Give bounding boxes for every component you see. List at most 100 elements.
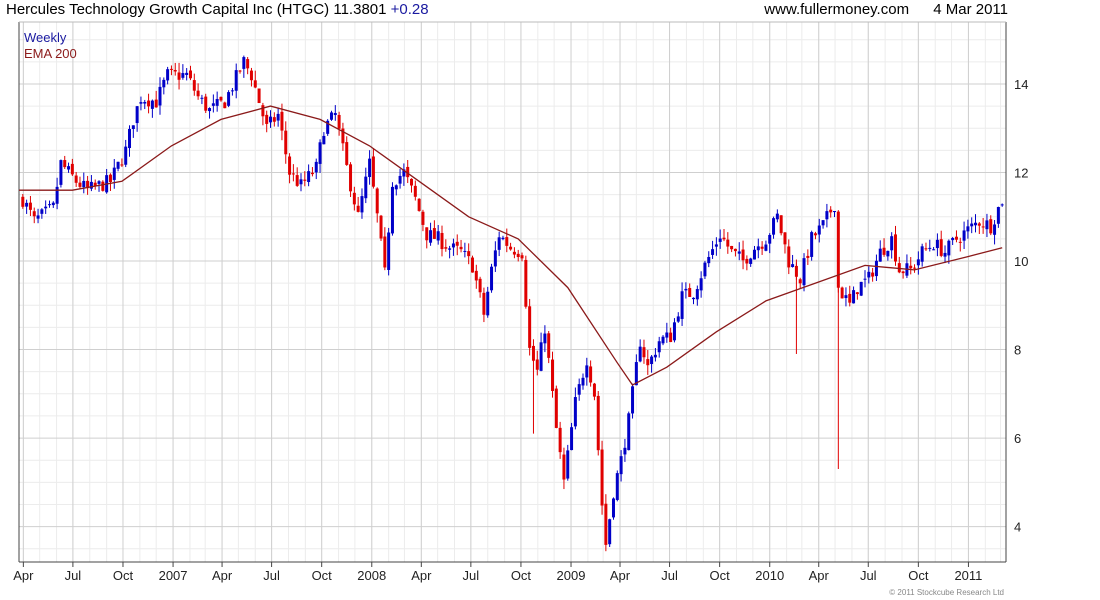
candle-body [379, 215, 383, 239]
candle-body [211, 103, 215, 106]
candle-body [120, 164, 124, 166]
candle-body [775, 213, 779, 220]
candle-body [653, 354, 657, 358]
candle-body [722, 237, 726, 240]
y-tick-label: 8 [1014, 343, 1021, 358]
candle-body [459, 246, 463, 250]
candle-body [688, 287, 692, 297]
x-tick-label: 2007 [159, 568, 188, 583]
y-tick-label: 14 [1014, 77, 1028, 92]
candle-body [779, 215, 783, 234]
candle-body [436, 231, 440, 241]
candle-body [932, 249, 936, 251]
candle-body [680, 291, 684, 319]
candle-body [878, 248, 882, 262]
candle-body [478, 278, 482, 293]
candle-body [909, 265, 913, 269]
candle-body [173, 69, 177, 72]
candle-body [74, 175, 78, 183]
candle-body [943, 252, 947, 257]
candle-body [497, 237, 501, 250]
candle-body [741, 249, 745, 261]
candle-body [528, 306, 532, 348]
candle-body [329, 112, 333, 120]
x-tick-label: Jul [661, 568, 678, 583]
candle-body [974, 222, 978, 226]
candle-body [642, 347, 646, 358]
candle-body [585, 365, 589, 378]
candle-body [730, 245, 734, 250]
candle-body [36, 215, 40, 219]
candle-body [840, 287, 844, 299]
candle-body [859, 281, 863, 296]
candle-body [924, 248, 928, 250]
candle-body [547, 333, 551, 358]
candle-body [954, 236, 958, 240]
candle-body [589, 366, 593, 383]
candle-body [269, 116, 273, 123]
candle-body [242, 57, 246, 69]
candle-body [246, 59, 250, 69]
candle-body [787, 246, 791, 268]
candle-body [817, 225, 821, 235]
candle-body [470, 257, 474, 273]
candle-body [665, 332, 669, 338]
x-tick-label: Oct [511, 568, 532, 583]
candle-body [322, 135, 326, 145]
candle-body [204, 96, 208, 111]
candle-body [592, 383, 596, 397]
candle-body [444, 247, 448, 249]
candle-body [413, 185, 417, 197]
candle-body [501, 237, 505, 240]
candle-body [44, 206, 48, 209]
candle-body [825, 211, 829, 220]
candle-body [543, 333, 547, 344]
candle-body [928, 247, 932, 249]
y-tick-label: 4 [1014, 520, 1021, 535]
candle-body [166, 69, 170, 81]
candle-body [421, 211, 425, 225]
x-tick-label: Jul [463, 568, 480, 583]
candle-body [989, 219, 993, 234]
candle-body [440, 232, 444, 250]
candle-body [570, 427, 574, 451]
candle-body [253, 80, 257, 88]
candle-body [966, 226, 970, 232]
x-tick-label: Apr [212, 568, 233, 583]
candle-body [562, 454, 566, 480]
candle-body [333, 112, 337, 116]
candle-body [272, 117, 276, 122]
candle-body [657, 341, 661, 353]
candle-body [707, 256, 711, 264]
candle-body [425, 227, 429, 241]
candle-body [375, 188, 379, 214]
candle-body [951, 238, 955, 241]
candle-body [893, 234, 897, 262]
candle-body [398, 175, 402, 184]
candle-body [131, 125, 135, 130]
x-tick-label: Jul [263, 568, 280, 583]
x-tick-label: Jul [860, 568, 877, 583]
candle-body [188, 70, 192, 79]
candle-body [970, 223, 974, 227]
candle-body [249, 70, 253, 81]
candle-body [600, 449, 604, 506]
candle-body [505, 237, 509, 246]
candle-body [509, 246, 513, 250]
candle-body [124, 146, 128, 165]
candle-body [429, 230, 433, 243]
candle-body [566, 450, 570, 479]
candle-body [291, 173, 295, 175]
candle-body [295, 175, 299, 186]
candle-body [261, 105, 265, 117]
candle-body [230, 90, 234, 92]
candle-body [303, 179, 307, 181]
candle-body [962, 230, 966, 241]
candle-body [772, 218, 776, 235]
candle-body [299, 179, 303, 185]
candle-body [162, 79, 166, 88]
candle-body [463, 250, 467, 252]
candle-body [417, 198, 421, 211]
candle-body [196, 90, 200, 97]
candle-body [897, 263, 901, 273]
